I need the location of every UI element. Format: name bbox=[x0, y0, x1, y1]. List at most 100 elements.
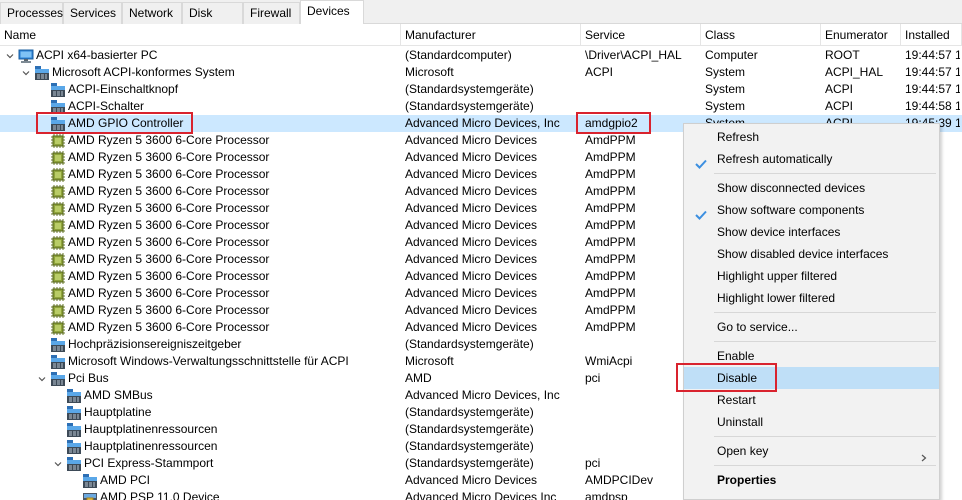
cell-manufacturer: Advanced Micro Devices bbox=[405, 252, 538, 266]
device-name-cell: AMD Ryzen 5 3600 6-Core Processor bbox=[36, 234, 269, 251]
device-name: Microsoft ACPI-konformes System bbox=[52, 65, 235, 79]
table-row[interactable]: ACPI x64-basierter PC (Standardcomputer) \… bbox=[0, 47, 962, 64]
cell-service: AmdPPM bbox=[585, 150, 636, 164]
column-header-class[interactable]: Class bbox=[701, 24, 821, 46]
cell-service bbox=[585, 438, 699, 455]
cell-manufacturer: Advanced Micro Devices bbox=[405, 133, 538, 147]
device-name-cell: Microsoft ACPI-konformes System bbox=[20, 64, 235, 81]
menu-item-refresh[interactable]: Refresh bbox=[684, 126, 939, 148]
column-header-name[interactable]: Name bbox=[0, 24, 401, 46]
cell-installed: 19:44:58 12 bbox=[905, 99, 960, 113]
device-name-cell: AMD Ryzen 5 3600 6-Core Processor bbox=[36, 149, 269, 166]
menu-item-label: Highlight lower filtered bbox=[717, 291, 836, 305]
menu-item-show-disconnected-devices[interactable]: Show disconnected devices bbox=[684, 177, 939, 199]
system-device-icon bbox=[50, 354, 66, 370]
menu-item-refresh-automatically[interactable]: Refresh automatically bbox=[684, 148, 939, 170]
device-name: ACPI x64-basierter PC bbox=[36, 48, 158, 62]
device-name: AMD Ryzen 5 3600 6-Core Processor bbox=[68, 167, 270, 181]
device-name-cell: Pci Bus bbox=[36, 370, 109, 387]
cell-service: pci bbox=[585, 456, 601, 470]
context-menu: Refresh Refresh automatically Show disconn… bbox=[683, 123, 940, 500]
cell-service: AmdPPM bbox=[585, 184, 636, 198]
menu-item-label: Refresh automatically bbox=[717, 152, 833, 166]
table-row[interactable]: Microsoft ACPI-konformes System Microsoft… bbox=[0, 64, 962, 81]
device-name-cell: AMD Ryzen 5 3600 6-Core Processor bbox=[36, 132, 269, 149]
cell-manufacturer: Advanced Micro Devices, Inc bbox=[405, 116, 560, 130]
highlight-box-service bbox=[576, 112, 651, 134]
menu-item-properties[interactable]: Properties bbox=[684, 469, 939, 491]
device-name-cell: AMD Ryzen 5 3600 6-Core Processor bbox=[36, 268, 269, 285]
tab-processes[interactable]: Processes bbox=[0, 2, 63, 24]
device-name: AMD Ryzen 5 3600 6-Core Processor bbox=[68, 303, 270, 317]
cell-manufacturer: Advanced Micro Devices bbox=[405, 286, 538, 300]
device-name-cell: AMD SMBus bbox=[52, 387, 153, 404]
menu-item-highlight-lower-filtered[interactable]: Highlight lower filtered bbox=[684, 287, 939, 309]
menu-separator bbox=[714, 436, 936, 437]
device-name: Hochpräzisionsereigniszeitgeber bbox=[68, 337, 242, 351]
device-name: Microsoft Windows-Verwaltungsschnittstel… bbox=[68, 354, 349, 368]
menu-item-highlight-upper-filtered[interactable]: Highlight upper filtered bbox=[684, 265, 939, 287]
cell-service: AmdPPM bbox=[585, 303, 636, 317]
cell-service: AmdPPM bbox=[585, 252, 636, 266]
column-header-enumerator[interactable]: Enumerator bbox=[821, 24, 901, 46]
system-device-icon bbox=[50, 337, 66, 353]
device-name: Hauptplatine bbox=[84, 405, 152, 419]
menu-item-show-software-components[interactable]: Show software components bbox=[684, 199, 939, 221]
processor-icon bbox=[50, 201, 66, 217]
cell-manufacturer: Advanced Micro Devices bbox=[405, 303, 538, 317]
device-name-cell: AMD Ryzen 5 3600 6-Core Processor bbox=[36, 251, 269, 268]
device-name-cell: AMD Ryzen 5 3600 6-Core Processor bbox=[36, 302, 269, 319]
chevron-down-icon[interactable] bbox=[52, 455, 64, 472]
tab-firewall[interactable]: Firewall bbox=[243, 2, 300, 24]
menu-item-show-disabled-device-interfaces[interactable]: Show disabled device interfaces bbox=[684, 243, 939, 265]
cell-service bbox=[585, 421, 699, 438]
menu-item-show-device-interfaces[interactable]: Show device interfaces bbox=[684, 221, 939, 243]
device-name-cell: ACPI-Einschaltknopf bbox=[36, 81, 178, 98]
cell-enumerator: ACPI bbox=[825, 99, 854, 113]
column-header-installed[interactable]: Installed bbox=[901, 24, 962, 46]
tab-network[interactable]: Network bbox=[122, 2, 182, 24]
cell-service: AmdPPM bbox=[585, 201, 636, 215]
menu-item-uninstall[interactable]: Uninstall bbox=[684, 411, 939, 433]
processor-icon bbox=[50, 167, 66, 183]
table-row[interactable]: ACPI-Einschaltknopf (Standardsystemgeräte… bbox=[0, 81, 962, 98]
cell-service: AmdPPM bbox=[585, 320, 636, 334]
menu-item-open-key[interactable]: Open key bbox=[684, 440, 939, 462]
device-name: AMD Ryzen 5 3600 6-Core Processor bbox=[68, 218, 270, 232]
device-name-cell: AMD Ryzen 5 3600 6-Core Processor bbox=[36, 285, 269, 302]
cell-enumerator: ACPI_HAL bbox=[825, 65, 884, 79]
processor-icon bbox=[50, 320, 66, 336]
tab-devices[interactable]: Devices bbox=[300, 0, 364, 25]
menu-item-go-to-service[interactable]: Go to service... bbox=[684, 316, 939, 338]
system-device-icon bbox=[66, 388, 82, 404]
chevron-down-icon[interactable] bbox=[36, 370, 48, 387]
tab-services[interactable]: Services bbox=[63, 2, 122, 24]
device-name: AMD Ryzen 5 3600 6-Core Processor bbox=[68, 320, 270, 334]
menu-item-label: Show device interfaces bbox=[717, 225, 841, 239]
column-header-manufacturer[interactable]: Manufacturer bbox=[401, 24, 581, 46]
chevron-down-icon[interactable] bbox=[20, 64, 32, 81]
processor-icon bbox=[50, 286, 66, 302]
tab-disk[interactable]: Disk bbox=[182, 2, 243, 24]
device-name-cell: Hauptplatine bbox=[52, 404, 151, 421]
chevron-down-icon[interactable] bbox=[4, 47, 16, 64]
cell-service: AmdPPM bbox=[585, 286, 636, 300]
menu-separator bbox=[714, 173, 936, 174]
cell-class: Computer bbox=[705, 48, 758, 62]
menu-item-restart[interactable]: Restart bbox=[684, 389, 939, 411]
device-name-cell: AMD PCI bbox=[68, 472, 150, 489]
device-name-cell: Hauptplatinenressourcen bbox=[52, 421, 217, 438]
column-header-service[interactable]: Service bbox=[581, 24, 701, 46]
cell-manufacturer: Advanced Micro Devices bbox=[405, 320, 538, 334]
menu-item-label: Go to service... bbox=[717, 320, 798, 334]
